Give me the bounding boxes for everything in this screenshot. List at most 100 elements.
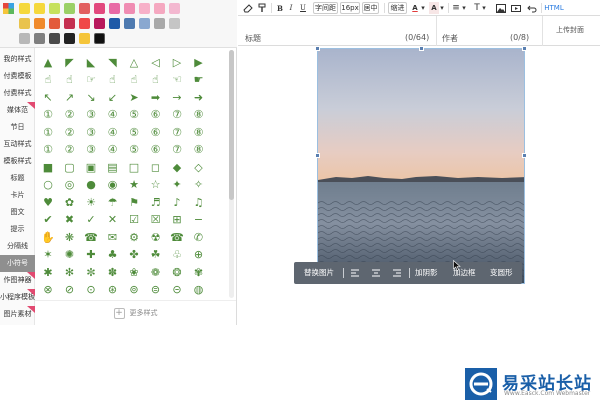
symbol-icon[interactable]: ☂ (104, 194, 122, 210)
color-swatch[interactable] (34, 18, 45, 29)
nav-item[interactable]: 模板样式 (0, 153, 35, 170)
upload-cover-button[interactable]: 上传封面 (556, 25, 584, 35)
symbol-icon[interactable]: ❁ (147, 264, 165, 280)
color-swatch[interactable] (19, 33, 30, 44)
image-icon[interactable] (495, 2, 507, 14)
symbol-icon[interactable]: ☆ (147, 177, 165, 193)
symbol-icon[interactable]: ⊘ (61, 282, 79, 298)
symbol-icon[interactable]: ✱ (39, 264, 57, 280)
symbol-icon[interactable]: ☝ (147, 72, 165, 88)
symbol-icon[interactable]: ⊙ (82, 282, 100, 298)
symbol-icon[interactable]: □ (125, 159, 143, 175)
color-swatch[interactable] (49, 18, 60, 29)
resize-handle[interactable] (315, 46, 320, 51)
symbol-icon[interactable]: ✦ (168, 177, 186, 193)
symbol-icon[interactable]: ⑧ (190, 107, 208, 123)
symbol-icon[interactable]: ✿ (61, 194, 79, 210)
symbol-icon[interactable]: ◆ (168, 159, 186, 175)
symbol-icon[interactable]: ♧ (168, 247, 186, 263)
italic-button[interactable]: I (286, 2, 296, 14)
color-swatch[interactable] (94, 18, 105, 29)
symbol-icon[interactable]: ↖ (39, 89, 57, 105)
symbol-icon[interactable]: ↗ (61, 89, 79, 105)
symbol-icon[interactable]: ❀ (125, 264, 143, 280)
symbol-icon[interactable]: ③ (82, 124, 100, 140)
symbol-icon[interactable]: ☎ (82, 229, 100, 245)
add-shadow-button[interactable]: 加阴影 (415, 262, 438, 284)
symbol-icon[interactable]: ✺ (61, 247, 79, 263)
color-swatch[interactable] (94, 33, 105, 44)
symbol-icon[interactable]: ⑥ (147, 142, 165, 158)
symbol-icon[interactable]: ⊚ (125, 282, 143, 298)
indent-button[interactable]: 缩进 (388, 2, 407, 14)
symbol-icon[interactable]: ⑧ (190, 142, 208, 158)
symbol-icon[interactable]: ◍ (190, 282, 208, 298)
symbol-icon[interactable]: ☀ (82, 194, 100, 210)
symbol-icon[interactable]: ◇ (190, 159, 208, 175)
symbol-icon[interactable]: ☎ (168, 229, 186, 245)
format-brush-icon[interactable] (256, 2, 268, 14)
symbol-icon[interactable]: ● (82, 177, 100, 193)
color-swatch[interactable] (124, 18, 135, 29)
symbol-icon[interactable]: ■ (39, 159, 57, 175)
color-swatch[interactable] (124, 3, 135, 14)
symbol-icon[interactable]: ✕ (104, 212, 122, 228)
symbol-icon[interactable]: − (190, 212, 208, 228)
symbol-icon[interactable]: ♫ (190, 194, 208, 210)
symbol-icon[interactable]: ◥ (104, 54, 122, 70)
chevron-down-icon[interactable]: ▾ (439, 2, 445, 14)
symbol-icon[interactable]: ▷ (168, 54, 186, 70)
symbol-icon[interactable]: ⊝ (168, 282, 186, 298)
color-swatch[interactable] (19, 3, 30, 14)
symbol-icon[interactable]: ☜ (168, 72, 186, 88)
more-styles-button[interactable]: + 更多样式 (35, 300, 236, 325)
nav-item[interactable]: 图文 (0, 204, 35, 221)
align-center-button[interactable]: 居中 (362, 2, 379, 14)
symbol-icon[interactable]: ② (61, 142, 79, 158)
align-left-icon[interactable] (350, 262, 362, 284)
nav-item[interactable]: 分隔线 (0, 238, 35, 255)
selected-image[interactable] (317, 48, 525, 284)
symbol-icon[interactable]: ⑤ (125, 142, 143, 158)
symbol-icon[interactable]: ⑥ (147, 124, 165, 140)
symbol-icon[interactable]: ⑦ (168, 107, 186, 123)
symbol-icon[interactable]: ⊗ (39, 282, 57, 298)
symbol-icon[interactable]: ③ (82, 107, 100, 123)
symbol-icon[interactable]: ❋ (61, 229, 79, 245)
color-swatch[interactable] (139, 3, 150, 14)
symbol-icon[interactable]: ◎ (61, 177, 79, 193)
eraser-icon[interactable] (242, 2, 254, 14)
symbol-icon[interactable]: ✓ (82, 212, 100, 228)
symbol-icon[interactable]: ✆ (190, 229, 208, 245)
symbol-icon[interactable]: ☘ (147, 247, 165, 263)
symbol-icon[interactable]: ☝ (39, 72, 57, 88)
symbol-icon[interactable]: ★ (125, 177, 143, 193)
symbol-icon[interactable]: ③ (82, 142, 100, 158)
chevron-down-icon[interactable]: ▾ (420, 2, 426, 14)
symbol-icon[interactable]: ⑤ (125, 124, 143, 140)
symbol-icon[interactable]: ↘ (82, 89, 100, 105)
nav-item[interactable]: 标题 (0, 170, 35, 187)
list-button[interactable]: ≡ (451, 2, 461, 14)
symbol-icon[interactable]: ✋ (39, 229, 57, 245)
symbol-icon[interactable]: ① (39, 107, 57, 123)
symbol-icon[interactable]: ② (61, 124, 79, 140)
symbol-icon[interactable]: ✾ (190, 264, 208, 280)
resize-handle[interactable] (419, 46, 424, 51)
resize-handle[interactable] (522, 153, 527, 158)
symbol-icon[interactable]: ♥ (39, 194, 57, 210)
symbol-icon[interactable]: ⊜ (147, 282, 165, 298)
symbol-icon[interactable]: ⊞ (168, 212, 186, 228)
symbol-icon[interactable]: ✚ (82, 247, 100, 263)
color-swatch[interactable] (34, 3, 45, 14)
symbol-icon[interactable]: ☛ (190, 72, 208, 88)
symbol-icon[interactable]: ④ (104, 107, 122, 123)
symbol-icon[interactable]: ↙ (104, 89, 122, 105)
scrollbar[interactable] (229, 50, 234, 298)
symbol-icon[interactable]: ♬ (147, 194, 165, 210)
color-swatch[interactable] (154, 18, 165, 29)
undo-icon[interactable] (526, 2, 538, 14)
symbol-icon[interactable]: ☒ (147, 212, 165, 228)
symbol-icon[interactable]: ◁ (147, 54, 165, 70)
symbol-icon[interactable]: ⑤ (125, 107, 143, 123)
